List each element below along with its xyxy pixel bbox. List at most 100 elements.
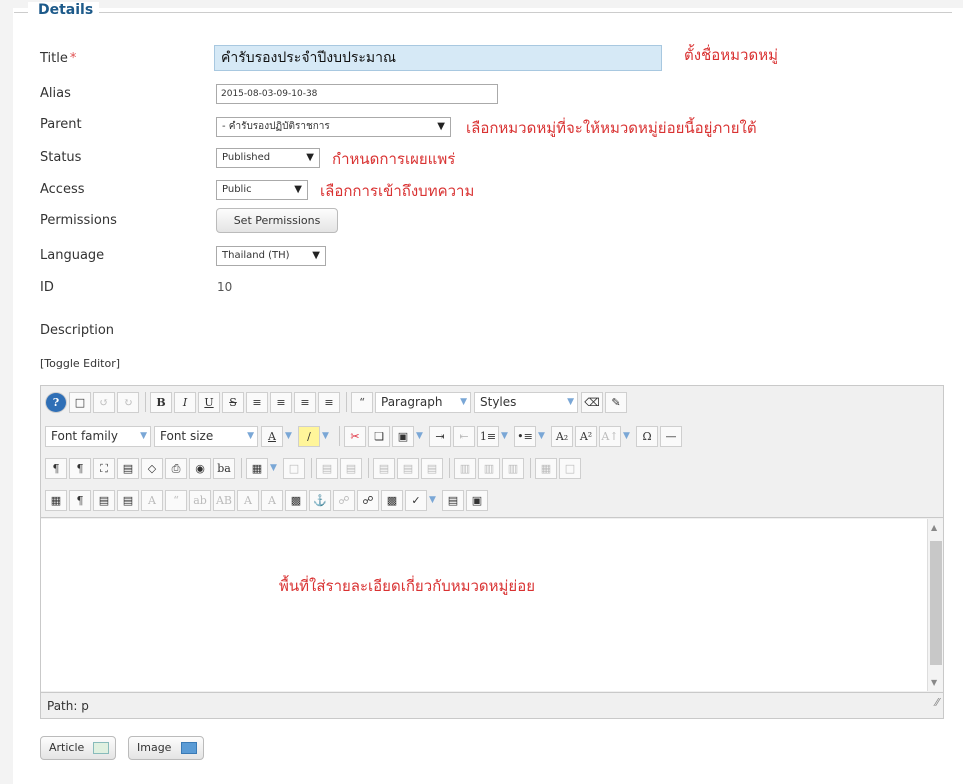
editor-note: พื้นที่ใส่รายละเอียดเกี่ยวกับหมวดหมู่ย่อ… — [279, 577, 536, 595]
cite-icon[interactable]: “ — [165, 489, 187, 511]
delete-col-icon[interactable]: ▥ — [502, 457, 524, 479]
show-blocks-icon[interactable]: ¶ — [69, 489, 91, 511]
insertion-icon[interactable]: A — [261, 489, 283, 511]
paint-brush-icon[interactable]: ✎ — [605, 391, 627, 413]
insert-line-icon[interactable]: ▤ — [442, 489, 464, 511]
print-icon[interactable]: ⎙ — [165, 457, 187, 479]
col-before-icon[interactable]: ▥ — [454, 457, 476, 479]
cut-icon[interactable]: ✂ — [344, 425, 366, 447]
unlink-icon[interactable]: ☍ — [333, 489, 355, 511]
text-color-icon[interactable]: A — [261, 425, 283, 447]
scroll-down-icon[interactable]: ▼ — [931, 678, 937, 687]
indent-icon[interactable]: ⇥ — [429, 425, 451, 447]
align-justify-icon[interactable]: ≡ — [246, 391, 268, 413]
underline-icon[interactable]: U — [198, 391, 220, 413]
editor-scrollbar[interactable]: ▲ ▼ — [927, 519, 943, 691]
delete-row-icon[interactable]: ▤ — [421, 457, 443, 479]
help-icon[interactable]: ? — [45, 391, 67, 413]
text-direction-icon[interactable]: A↑ — [599, 425, 621, 447]
ltr-icon[interactable]: ¶ — [45, 457, 67, 479]
horizontal-rule-icon[interactable]: — — [660, 425, 682, 447]
rtl-icon[interactable]: ¶ — [69, 457, 91, 479]
outdent-icon[interactable]: ⇤ — [453, 425, 475, 447]
replace-icon[interactable]: ba — [213, 457, 235, 479]
insert-box-icon[interactable]: ▣ — [466, 489, 488, 511]
align-left-icon[interactable]: ≡ — [294, 391, 316, 413]
special-character-icon[interactable]: Ω — [636, 425, 658, 447]
strikethrough-icon[interactable]: S — [222, 391, 244, 413]
undo-icon[interactable]: ↺ — [93, 391, 115, 413]
table-icon[interactable]: ▦ — [246, 457, 268, 479]
italic-icon[interactable]: I — [174, 391, 196, 413]
blockquote-icon[interactable]: “ — [351, 391, 373, 413]
copy-icon[interactable]: ❏ — [368, 425, 390, 447]
anchor-icon[interactable]: ⚓ — [309, 489, 331, 511]
chevron-down-icon: ▼ — [623, 430, 630, 441]
parent-select[interactable]: - คำรับรองปฏิบัติราชการ ▼ — [216, 117, 451, 137]
set-permissions-button[interactable]: Set Permissions — [216, 208, 338, 233]
subscript-icon[interactable]: A₂ — [551, 425, 573, 447]
paste-icon[interactable]: ▣ — [392, 425, 414, 447]
id-label: ID — [40, 280, 54, 295]
highlight-icon[interactable]: ∕ — [298, 425, 320, 447]
superscript-icon[interactable]: A² — [575, 425, 597, 447]
toggle-editor-link[interactable]: [Toggle Editor] — [40, 357, 120, 370]
split-cells-icon[interactable]: ▦ — [535, 457, 557, 479]
article-button-label: Article — [49, 741, 85, 754]
bullet-list-icon[interactable]: •≡ — [514, 425, 536, 447]
align-center-icon[interactable]: ≡ — [270, 391, 292, 413]
description-label: Description — [40, 323, 115, 338]
chevron-down-icon: ▼ — [538, 430, 545, 441]
merge-cells-icon[interactable]: □ — [559, 457, 581, 479]
status-select[interactable]: Published ▼ — [216, 148, 320, 168]
insert-layer-icon[interactable]: ▤ — [117, 489, 139, 511]
col-after-icon[interactable]: ▥ — [478, 457, 500, 479]
redo-icon[interactable]: ↻ — [117, 391, 139, 413]
template-icon[interactable]: ▤ — [93, 489, 115, 511]
bold-icon[interactable]: B — [150, 391, 172, 413]
row-props-icon[interactable]: ▤ — [316, 457, 338, 479]
resize-grip-icon[interactable]: ⁄⁄ — [935, 690, 939, 716]
ordered-list-icon[interactable]: 1≡ — [477, 425, 499, 447]
chevron-down-icon: ▼ — [437, 121, 445, 132]
access-select[interactable]: Public ▼ — [216, 180, 308, 200]
link-icon[interactable]: ☍ — [357, 489, 379, 511]
chevron-down-icon: ▼ — [247, 430, 254, 441]
language-select[interactable]: Thailand (TH) ▼ — [216, 246, 326, 266]
insert-image-icon[interactable]: ▩ — [381, 489, 403, 511]
font-family-select[interactable]: Font family ▼ — [45, 425, 151, 447]
chevron-down-icon: ▼ — [294, 184, 302, 195]
style-props-icon[interactable]: A — [141, 489, 163, 511]
align-right-icon[interactable]: ≡ — [318, 391, 340, 413]
row-before-icon[interactable]: ▤ — [373, 457, 395, 479]
article-button[interactable]: Article — [40, 736, 116, 760]
alias-input[interactable] — [216, 84, 498, 104]
new-document-icon[interactable]: □ — [69, 391, 91, 413]
rich-text-editor: ? □ ↺ ↻ B I U S ≡ ≡ ≡ ≡ “ Paragraph ▼ Sty… — [40, 385, 944, 719]
article-add-icon — [93, 742, 109, 754]
fullscreen-icon[interactable]: ⛶ — [93, 457, 115, 479]
cell-props-icon[interactable]: ▤ — [340, 457, 362, 479]
row-after-icon[interactable]: ▤ — [397, 457, 419, 479]
find-icon[interactable]: ◉ — [189, 457, 211, 479]
editor-content-area[interactable]: พื้นที่ใส่รายละเอียดเกี่ยวกับหมวดหมู่ย่อ… — [41, 519, 927, 691]
spellcheck-icon[interactable]: ✓ — [405, 489, 427, 511]
html-source-icon[interactable]: ◇ — [141, 457, 163, 479]
acronym-icon[interactable]: AB — [213, 489, 235, 511]
styles-select[interactable]: Styles ▼ — [474, 391, 578, 413]
deletion-icon[interactable]: A — [237, 489, 259, 511]
font-size-select[interactable]: Font size ▼ — [154, 425, 258, 447]
title-input[interactable] — [214, 45, 662, 71]
details-legend: Details — [28, 2, 100, 18]
abbr-icon[interactable]: ab — [189, 489, 211, 511]
scrollbar-thumb[interactable] — [930, 541, 942, 665]
table-delete-icon[interactable]: □ — [283, 457, 305, 479]
image-button[interactable]: Image — [128, 736, 204, 760]
visual-aid-icon[interactable]: ▦ — [45, 489, 67, 511]
paragraph-select[interactable]: Paragraph ▼ — [375, 391, 471, 413]
edit-image-icon[interactable]: ▩ — [285, 489, 307, 511]
preview-icon[interactable]: ▤ — [117, 457, 139, 479]
eraser-icon[interactable]: ⌫ — [581, 391, 603, 413]
scroll-up-icon[interactable]: ▲ — [931, 523, 937, 532]
chevron-down-icon: ▼ — [416, 430, 423, 441]
